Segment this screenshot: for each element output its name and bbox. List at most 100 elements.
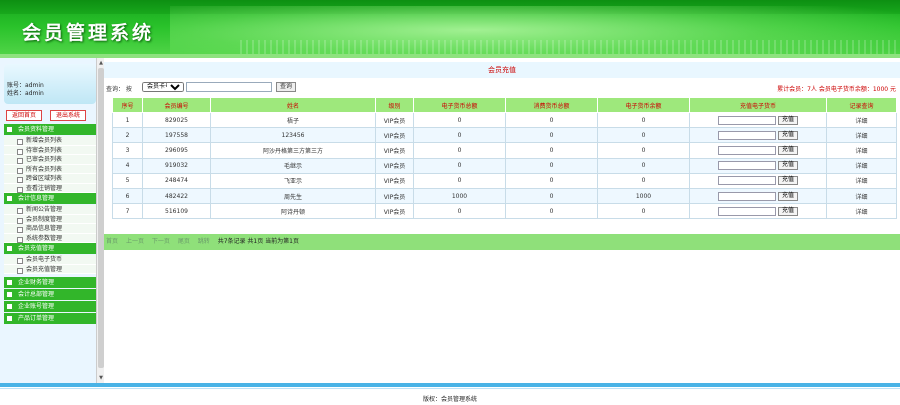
cell-total: 0 [413, 203, 506, 220]
cell-recharge: 充值 [689, 187, 827, 205]
cell-balance: 0 [597, 157, 690, 174]
menu-item-pending-members[interactable]: 待审会员列表 [4, 145, 96, 155]
menu-item-cancellation[interactable]: 查看注销管理 [4, 183, 96, 193]
cell-index: 7 [112, 203, 143, 220]
cell-name: 飞亚示 [210, 172, 376, 189]
cell-level: VIP会员 [375, 172, 414, 189]
recharge-amount-input[interactable] [718, 130, 776, 140]
menu-item-member-policy[interactable]: 会员制度管理 [4, 214, 96, 224]
search-button[interactable]: 查询 [276, 82, 296, 92]
col-header-recharge: 充值电子货币 [689, 97, 827, 113]
detail-link[interactable]: 详细 [826, 203, 897, 220]
menu-item-e-currency[interactable]: 会员电子货币 [4, 255, 96, 265]
cell-index: 5 [112, 172, 143, 189]
detail-link[interactable]: 详细 [826, 157, 897, 174]
detail-link[interactable]: 详细 [826, 127, 897, 144]
pager-last[interactable]: 尾页 [178, 238, 190, 245]
cell-spent: 0 [505, 203, 598, 220]
cell-total: 0 [413, 111, 506, 129]
cell-member-id: 516109 [142, 203, 211, 220]
cell-total: 0 [413, 157, 506, 174]
section-title: 会员充值 [104, 62, 900, 78]
col-header-name: 姓名 [210, 97, 376, 113]
menu-category-finance[interactable]: 企业财务管理 [4, 277, 96, 288]
menu-item-recharge[interactable]: 会员充值管理 [4, 264, 96, 274]
pager-go[interactable]: 跳转 [198, 238, 210, 245]
pagination-bar: 首页 上一页 下一页 尾页 跳转 共7条记录 共1页 当前为第1页 [104, 234, 900, 250]
recharge-amount-input[interactable] [718, 191, 776, 201]
recharge-button[interactable]: 充值 [778, 161, 798, 171]
cell-member-id: 919032 [142, 157, 211, 174]
member-recharge-table: 序号 会员编号 姓名 级别 电子货币总额 消费货币总额 电子货币余额 充值电子货… [112, 97, 897, 220]
col-header-total-spent: 消费货币总额 [505, 97, 598, 113]
search-input[interactable] [186, 82, 272, 92]
pager-next[interactable]: 下一页 [152, 238, 170, 245]
recharge-amount-input[interactable] [718, 145, 776, 155]
cell-index: 1 [112, 111, 143, 129]
pager-first[interactable]: 首页 [106, 238, 118, 245]
recharge-button[interactable]: 充值 [778, 176, 798, 186]
menu-item-news[interactable]: 新闻公告管理 [4, 205, 96, 215]
recharge-amount-input[interactable] [718, 206, 776, 216]
cell-recharge: 充值 [689, 127, 827, 144]
menu-item-new-members[interactable]: 新增会员列表 [4, 136, 96, 146]
menu-item-all-members[interactable]: 所有会员列表 [4, 164, 96, 174]
cell-level: VIP会员 [375, 142, 414, 159]
menu-item-products[interactable]: 商品信息管理 [4, 224, 96, 234]
cell-spent: 0 [505, 172, 598, 189]
exit-button[interactable]: 退出系统 [50, 110, 86, 121]
cell-recharge: 充值 [689, 172, 827, 189]
col-header-index: 序号 [112, 97, 143, 113]
cell-balance: 0 [597, 142, 690, 159]
search-label: 查询： 按 [106, 86, 132, 93]
copyright-text: 版权：会员管理系统 [422, 396, 477, 403]
user-info-box: 账号：admin 姓名：admin [4, 64, 96, 104]
menu-category-accounts[interactable]: 企业账号管理 [4, 301, 96, 312]
recharge-button[interactable]: 充值 [778, 130, 798, 140]
header-banner: 会员管理系统 [0, 0, 900, 58]
menu-category-hq[interactable]: 会计总部管理 [4, 289, 96, 300]
menu-category-orders[interactable]: 产品订单管理 [4, 313, 96, 324]
member-stats: 累计会员：7人 会员电子货币余额：1000 元 [777, 86, 896, 93]
recharge-button[interactable]: 充值 [778, 115, 798, 125]
cell-index: 2 [112, 127, 143, 144]
sidebar-scrollbar[interactable]: ▲ ▼ [96, 58, 104, 383]
detail-link[interactable]: 详细 [826, 187, 897, 205]
menu-category-member-data[interactable]: 会员资料管理 [4, 124, 96, 135]
cell-member-id: 248474 [142, 172, 211, 189]
menu-item-approved-members[interactable]: 已审会员列表 [4, 155, 96, 165]
cell-index: 6 [112, 187, 143, 205]
footer-line [0, 383, 900, 387]
search-field-select[interactable]: 会员卡号 [142, 82, 184, 92]
recharge-amount-input[interactable] [718, 176, 776, 186]
detail-link[interactable]: 详细 [826, 172, 897, 189]
sidebar-menu: 会员资料管理 新增会员列表 待审会员列表 已审会员列表 所有会员列表 跨省区域列… [4, 124, 96, 325]
detail-link[interactable]: 详细 [826, 142, 897, 159]
cell-name: 123456 [210, 127, 376, 144]
main-content: 会员充值 查询： 按 会员卡号 查询 累计会员：7人 会员电子货币余额：1000… [104, 58, 900, 383]
menu-category-info[interactable]: 会计信息管理 [4, 193, 96, 204]
detail-link[interactable]: 详细 [826, 111, 897, 129]
home-button[interactable]: 返回首页 [6, 110, 42, 121]
recharge-amount-input[interactable] [718, 161, 776, 171]
menu-item-system-params[interactable]: 系统参数管理 [4, 233, 96, 243]
table-row: 3 296095 阿沙丹格第三方第三方 VIP会员 0 0 0 充值 详细 [112, 142, 897, 159]
recharge-button[interactable]: 充值 [778, 191, 798, 201]
recharge-button[interactable]: 充值 [778, 206, 798, 216]
menu-item-cross-region[interactable]: 跨省区域列表 [4, 174, 96, 184]
menu-category-recharge[interactable]: 会员充值管理 [4, 243, 96, 254]
pager-prev[interactable]: 上一页 [126, 238, 144, 245]
table-row: 7 516109 阿诗丹顿 VIP会员 0 0 0 充值 详细 [112, 203, 897, 220]
cell-total: 1000 [413, 187, 506, 205]
cell-spent: 0 [505, 157, 598, 174]
footer: 版权：会员管理系统 [0, 383, 900, 405]
search-toolbar: 查询： 按 会员卡号 查询 累计会员：7人 会员电子货币余额：1000 元 [104, 82, 900, 94]
col-header-level: 级别 [375, 97, 414, 113]
footer-line-thin [0, 388, 900, 389]
recharge-amount-input[interactable] [718, 115, 776, 125]
pager-info: 共7条记录 共1页 当前为第1页 [217, 238, 299, 245]
cell-level: VIP会员 [375, 111, 414, 129]
cell-index: 3 [112, 142, 143, 159]
cell-member-id: 296095 [142, 142, 211, 159]
recharge-button[interactable]: 充值 [778, 145, 798, 155]
